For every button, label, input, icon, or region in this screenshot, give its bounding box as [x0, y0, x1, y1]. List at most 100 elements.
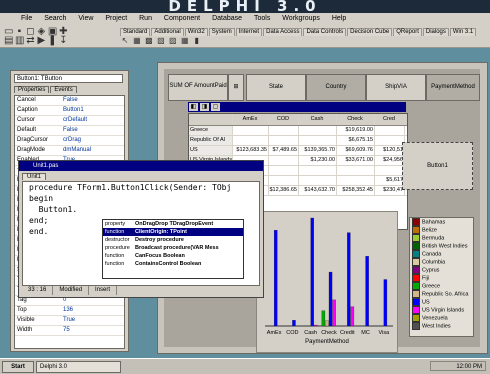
tab-events[interactable]: Events: [50, 86, 77, 93]
view-form-icon[interactable]: ▥: [15, 36, 24, 46]
grid-column-header[interactable]: Cash: [299, 114, 337, 125]
property-row[interactable]: DragCursor crDrag: [15, 136, 124, 146]
grid-cell: [375, 126, 405, 135]
grid-row[interactable]: Greece $19,619.00: [189, 126, 407, 136]
pivot-button[interactable]: ⊞: [228, 74, 244, 101]
property-value[interactable]: True: [63, 316, 75, 325]
code-line[interactable]: Button1.: [23, 204, 259, 215]
completion-item[interactable]: destructor Destroy procedure: [103, 236, 243, 244]
property-row[interactable]: Cursor crDefault: [15, 116, 124, 126]
property-row[interactable]: Caption Button1: [15, 106, 124, 116]
palette-tab-qreport[interactable]: QReport: [393, 28, 422, 36]
property-value[interactable]: 75: [63, 326, 70, 335]
tab-paymentmethod[interactable]: PaymentMethod: [426, 74, 480, 101]
completion-text: ClientOrigin: TPoint: [135, 229, 187, 235]
menu-tools[interactable]: Tools: [249, 13, 275, 25]
tab-shipvia[interactable]: ShipVIA: [366, 74, 426, 101]
palette-tab-additional[interactable]: Additional: [151, 28, 184, 36]
taskbar-delphi[interactable]: Delphi 3.0: [36, 361, 121, 373]
grid-column-header[interactable]: [189, 114, 233, 125]
menu-search[interactable]: Search: [39, 13, 71, 25]
palette-tab-internet[interactable]: Internet: [235, 28, 263, 36]
tab-unit1[interactable]: Unit1: [22, 173, 47, 180]
palette-tab-dialogs[interactable]: Dialogs: [422, 28, 449, 36]
button1[interactable]: Button1: [402, 142, 473, 190]
property-row[interactable]: Width 75: [15, 326, 124, 336]
decision-grid-icon[interactable]: ▦: [180, 36, 190, 45]
start-button[interactable]: Start: [2, 361, 34, 373]
tab-sum-of-amountpaid[interactable]: SUM OF AmountPaid: [168, 74, 228, 101]
decision-cube-icon[interactable]: ▦: [132, 36, 142, 45]
palette-tab-data-controls[interactable]: Data Controls: [303, 28, 347, 36]
palette-tab-win32[interactable]: Win32: [184, 28, 208, 36]
grid-column-header[interactable]: Cred: [375, 114, 405, 125]
property-value[interactable]: Button1: [63, 106, 84, 115]
menu-database[interactable]: Database: [207, 13, 247, 25]
palette-tab-standard[interactable]: Standard: [120, 28, 151, 36]
completion-item[interactable]: function ClientOrigin: TPoint: [103, 228, 243, 236]
legend-swatch: [412, 226, 420, 234]
editor-title-bar[interactable]: Unit1.pas: [19, 161, 263, 171]
property-value[interactable]: False: [63, 126, 78, 135]
x-tick-label: AmEx: [267, 330, 282, 336]
pause-icon[interactable]: ❚: [48, 36, 57, 46]
completion-item[interactable]: function CanFocus Boolean: [103, 252, 243, 260]
code-line[interactable]: begin: [23, 193, 259, 204]
menu-view[interactable]: View: [73, 13, 98, 25]
completion-item[interactable]: property OnDragDrop TDragDropEvent: [103, 220, 243, 228]
code-line[interactable]: procedure TForm1.Button1Click(Sender: TO…: [23, 182, 259, 193]
property-value[interactable]: 136: [63, 306, 73, 315]
palette-tab-data-access[interactable]: Data Access: [263, 28, 303, 36]
menu-help[interactable]: Help: [327, 13, 351, 25]
property-value[interactable]: crDrag: [63, 136, 81, 145]
property-row[interactable]: DragMode dmManual: [15, 146, 124, 156]
property-value[interactable]: dmManual: [63, 146, 91, 155]
tab-country[interactable]: Country: [306, 74, 366, 101]
property-value[interactable]: False: [63, 96, 78, 105]
palette-tab-win31[interactable]: Win 3.1: [449, 28, 477, 36]
step-icon[interactable]: ↧: [59, 36, 68, 46]
decision-pivot-icon[interactable]: ▨: [168, 36, 178, 45]
decision-source-icon[interactable]: ▧: [156, 36, 166, 45]
menu-run[interactable]: Run: [134, 13, 157, 25]
toggle-icon[interactable]: ⇄: [26, 36, 35, 46]
menu-component[interactable]: Component: [159, 13, 205, 25]
property-row[interactable]: Top 136: [15, 306, 124, 316]
object-selector[interactable]: Button1: TButton: [14, 74, 123, 83]
legend-label: Greece: [422, 283, 441, 290]
legend-label: Venezuela: [422, 315, 448, 322]
modified-status: Modified: [53, 286, 90, 295]
pointer-icon[interactable]: ↖: [120, 36, 130, 45]
component-palette: Standard Additional Win32 System Internet Dat…: [120, 28, 486, 45]
grid-next-icon[interactable]: ▢: [211, 103, 220, 111]
run-icon[interactable]: ▶: [37, 36, 46, 46]
palette-tab-decision-cube[interactable]: Decision Cube: [347, 28, 393, 36]
property-value[interactable]: crDefault: [63, 116, 87, 125]
completion-item[interactable]: procedure Broadcast procedure(VAR Mess: [103, 244, 243, 252]
legend-swatch: [412, 250, 420, 258]
code-completion-list[interactable]: property OnDragDrop TDragDropEvent functio…: [102, 219, 244, 279]
x-axis-label: PaymentMethod: [305, 339, 349, 345]
property-row[interactable]: Cancel False: [15, 96, 124, 106]
legend-swatch: [412, 314, 420, 322]
completion-item[interactable]: function ContainsControl Boolean: [103, 260, 243, 268]
decision-query-icon[interactable]: ▩: [144, 36, 154, 45]
property-row[interactable]: Default False: [15, 126, 124, 136]
menu-workgroups[interactable]: Workgroups: [277, 13, 325, 25]
grid-first-icon[interactable]: ◧: [189, 103, 198, 111]
decision-graph-icon[interactable]: ▮: [192, 36, 202, 45]
view-unit-icon[interactable]: ▤: [4, 36, 13, 46]
tab-properties[interactable]: Properties: [14, 86, 50, 93]
menu-file[interactable]: File: [16, 13, 37, 25]
property-row[interactable]: Visible True: [15, 316, 124, 326]
grid-cell: [269, 156, 299, 165]
grid-prev-icon[interactable]: ◨: [200, 103, 209, 111]
tab-state[interactable]: State: [246, 74, 306, 101]
palette-tab-system[interactable]: System: [208, 28, 235, 36]
grid-row[interactable]: Republic Of Al $6,675.15: [189, 136, 407, 146]
grid-row[interactable]: US $123,683.35 $7,489.65 $139,365.70 $69,609…: [189, 146, 407, 156]
menu-project[interactable]: Project: [100, 13, 132, 25]
grid-column-header[interactable]: AmEx: [233, 114, 269, 125]
grid-column-header[interactable]: Check: [337, 114, 375, 125]
grid-column-header[interactable]: COD: [269, 114, 299, 125]
